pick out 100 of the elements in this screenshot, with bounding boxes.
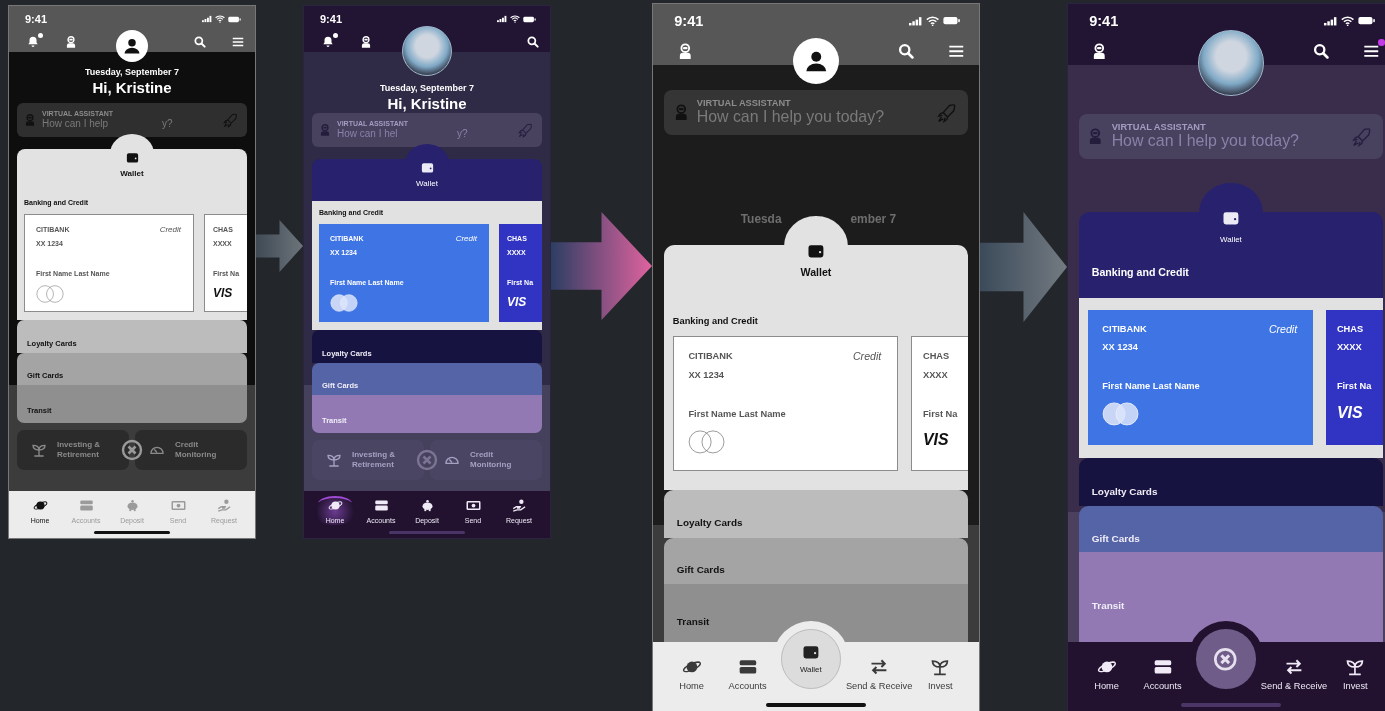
- nav-item[interactable]: Invest: [1327, 656, 1384, 693]
- battery-icon: [523, 15, 536, 23]
- robot-icon: [318, 123, 332, 137]
- card-number: XXXX: [922, 368, 949, 382]
- card-logo-text: VIS: [213, 286, 234, 300]
- rocket-icon: [936, 101, 958, 123]
- payment-card[interactable]: CITIBANK Credit XX 1234 First Name Last Name: [672, 336, 899, 472]
- nav-item[interactable]: Send & Receive: [845, 656, 913, 693]
- assistant-label: VIRTUAL ASSISTANT: [696, 97, 792, 109]
- wifi-icon: [510, 15, 520, 23]
- assistant-bar[interactable]: VIRTUAL ASSISTANT How can I help you today?: [1078, 113, 1384, 159]
- assistant-placeholder: How can I help you today?: [1111, 132, 1299, 151]
- bell-icon: [26, 35, 40, 49]
- rocket-icon: [1351, 125, 1373, 147]
- signal-icon: [202, 15, 212, 23]
- planet-icon: [32, 498, 48, 513]
- notification-dot: [38, 33, 43, 38]
- assistant-placeholder: y?: [162, 118, 173, 130]
- greeting: Hi, Kristine: [386, 94, 468, 113]
- card-category-tab[interactable]: Loyalty Cards: [663, 489, 969, 538]
- menu-button[interactable]: [231, 35, 245, 49]
- avatar-photo-placeholder[interactable]: [402, 26, 452, 76]
- card-holder: First Name Last Name: [1102, 381, 1201, 394]
- card-type: Credit: [159, 225, 181, 235]
- shortcut-tile[interactable]: Credit Monitoring: [430, 440, 542, 480]
- overlapping-circles-icon: [1102, 402, 1140, 427]
- assistant-bar[interactable]: VIRTUAL ASSISTANT How can I help you today?: [663, 89, 969, 135]
- plant-icon: [31, 442, 47, 458]
- bell-icon: [321, 35, 335, 49]
- payment-card[interactable]: CHAS XXXX First Na VIS: [911, 336, 969, 472]
- close-icon: [415, 448, 439, 472]
- menu-icon: [231, 35, 245, 49]
- search-icon: [896, 42, 916, 61]
- card-logo-text: VIS: [922, 431, 950, 450]
- shortcut-tile[interactable]: Credit Monitoring: [135, 430, 247, 470]
- status-time: 9:41: [320, 13, 343, 25]
- section-title: Banking and Credit: [672, 314, 759, 328]
- assistant-label: VIRTUAL ASSISTANT: [1111, 121, 1207, 133]
- avatar[interactable]: [116, 30, 148, 62]
- bank-name: CITIBANK: [1102, 322, 1147, 336]
- nav-item[interactable]: Invest: [912, 656, 969, 693]
- search-button[interactable]: [193, 35, 207, 49]
- assistant-button[interactable]: [64, 35, 78, 49]
- rocket-icon: [518, 122, 534, 138]
- card-category-tab[interactable]: Gift Cards: [1078, 505, 1384, 553]
- card-number: XX 1234: [1102, 341, 1139, 355]
- nav-item[interactable]: Home: [663, 656, 720, 693]
- wifi-icon: [1340, 15, 1355, 27]
- bank-name: CHAS: [1336, 322, 1364, 336]
- robot-icon: [23, 113, 37, 127]
- hand-coin-icon: [216, 498, 232, 513]
- overlapping-circles-icon: [36, 285, 64, 303]
- section-title: Banking and Credit: [1091, 264, 1189, 280]
- overlapping-circles-icon: [688, 429, 726, 454]
- wifi-icon: [215, 15, 225, 23]
- card-holder: First Name Last Name: [688, 408, 787, 421]
- search-button[interactable]: [526, 35, 540, 49]
- status-time: 9:41: [25, 13, 48, 25]
- credit-card-icon: [373, 498, 389, 513]
- search-icon: [193, 35, 207, 49]
- rocket-icon: [223, 112, 239, 128]
- robot-icon: [64, 35, 78, 49]
- notifications-button[interactable]: [321, 35, 335, 49]
- shortcut-tile[interactable]: Investing & Retirement: [17, 430, 129, 470]
- search-button[interactable]: [1311, 42, 1331, 61]
- signal-icon: [1323, 15, 1337, 27]
- plant-icon: [326, 452, 342, 468]
- bank-name: CITIBANK: [688, 350, 733, 364]
- status-time: 9:41: [1089, 12, 1119, 29]
- search-icon: [526, 35, 540, 49]
- wallet-icon: [124, 150, 140, 165]
- search-button[interactable]: [896, 42, 916, 61]
- card-category-tab[interactable]: Gift Cards: [663, 537, 969, 584]
- notifications-button[interactable]: [26, 35, 40, 49]
- nav-item[interactable]: Accounts: [1134, 656, 1191, 693]
- nav-item[interactable]: Send & Receive: [1260, 656, 1328, 693]
- card-holder: First Na: [1336, 381, 1373, 394]
- wallet-title: Wallet: [120, 169, 144, 179]
- payment-card[interactable]: CITIBANK Credit XX 1234 First Name Last Name: [1087, 309, 1314, 445]
- card-number: XXXX: [1336, 341, 1363, 355]
- credit-card-icon: [78, 498, 94, 513]
- overlapping-circles-icon: [330, 294, 358, 312]
- battery-icon: [228, 15, 241, 23]
- notification-dot: [1377, 39, 1385, 47]
- battery-icon: [943, 16, 961, 26]
- wallet-title: Wallet: [416, 179, 438, 189]
- assistant-button[interactable]: [359, 35, 373, 49]
- search-icon: [1311, 42, 1331, 61]
- close-icon: [120, 438, 144, 462]
- card-type: Credit: [455, 234, 477, 244]
- card-category-tab[interactable]: Loyalty Cards: [1078, 458, 1384, 506]
- planet-icon: [327, 498, 343, 513]
- date-text: ember 7: [850, 211, 898, 228]
- nav-item[interactable]: Accounts: [719, 656, 776, 693]
- card-logo-text: VIS: [507, 295, 528, 309]
- shortcut-tile[interactable]: Investing & Retirement: [312, 440, 424, 480]
- nav-item[interactable]: Home: [1078, 656, 1135, 693]
- card-category-tab[interactable]: Transit: [663, 583, 969, 643]
- banknote-icon: [465, 498, 481, 513]
- payment-card[interactable]: CHAS XXXX First Na VIS: [1326, 309, 1384, 445]
